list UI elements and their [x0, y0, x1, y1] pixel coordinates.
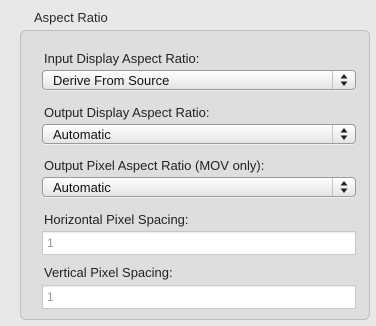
input-display-aspect-ratio-label: Input Display Aspect Ratio: — [44, 51, 200, 66]
vertical-pixel-spacing-label: Vertical Pixel Spacing: — [44, 265, 173, 280]
output-display-aspect-ratio-value: Automatic — [53, 127, 111, 142]
horizontal-pixel-spacing-value: 1 — [47, 236, 54, 250]
output-pixel-aspect-ratio-label: Output Pixel Aspect Ratio (MOV only): — [44, 158, 265, 173]
input-display-aspect-ratio-value: Derive From Source — [53, 73, 170, 88]
up-down-arrows-icon — [332, 71, 355, 89]
vertical-pixel-spacing-field[interactable]: 1 — [42, 285, 356, 309]
input-display-aspect-ratio-popup[interactable]: Derive From Source — [42, 70, 356, 90]
horizontal-pixel-spacing-field[interactable]: 1 — [42, 231, 356, 255]
output-display-aspect-ratio-popup[interactable]: Automatic — [42, 124, 356, 144]
horizontal-pixel-spacing-label: Horizontal Pixel Spacing: — [44, 212, 189, 227]
group-title: Aspect Ratio — [34, 10, 108, 25]
up-down-arrows-icon — [332, 178, 355, 196]
up-down-arrows-icon — [332, 125, 355, 143]
output-display-aspect-ratio-label: Output Display Aspect Ratio: — [44, 105, 210, 120]
vertical-pixel-spacing-value: 1 — [47, 290, 54, 304]
output-pixel-aspect-ratio-value: Automatic — [53, 180, 111, 195]
output-pixel-aspect-ratio-popup[interactable]: Automatic — [42, 177, 356, 197]
